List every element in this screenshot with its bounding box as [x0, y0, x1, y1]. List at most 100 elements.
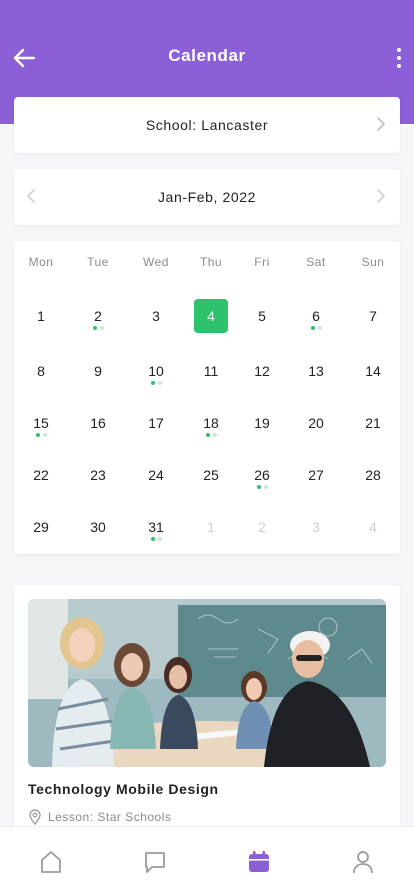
day-number: 30 — [90, 519, 106, 535]
calendar-day[interactable]: 23 — [80, 457, 116, 493]
next-month-button[interactable] — [374, 188, 388, 204]
home-icon[interactable] — [38, 849, 64, 875]
calendar-day[interactable]: 19 — [244, 405, 280, 441]
calendar-day[interactable]: 29 — [23, 509, 59, 545]
event-dot — [205, 433, 210, 437]
event-indicator — [23, 433, 59, 437]
day-number: 9 — [94, 363, 102, 379]
event-dot — [150, 381, 155, 385]
weekday-label: Sun — [361, 255, 385, 269]
event-indicator — [298, 326, 334, 330]
calendar-day[interactable]: 22 — [23, 457, 59, 493]
calendar-day[interactable]: 5 — [244, 298, 280, 334]
event-indicator — [193, 433, 229, 437]
calendar-day[interactable]: 8 — [23, 353, 59, 389]
lesson-photo — [28, 599, 386, 767]
lesson-card[interactable]: Technology Mobile Design Lesson: Star Sc… — [14, 585, 400, 845]
profile-icon[interactable] — [350, 849, 376, 875]
day-number: 8 — [37, 363, 45, 379]
day-number: 23 — [90, 467, 106, 483]
calendar-day[interactable]: 1 — [23, 298, 59, 334]
calendar-day[interactable]: 28 — [355, 457, 391, 493]
month-label: Jan-Feb, 2022 — [157, 189, 257, 205]
location-pin-icon — [29, 809, 41, 825]
day-number: 11 — [203, 363, 219, 379]
calendar-day[interactable]: 7 — [355, 298, 391, 334]
calendar-day[interactable]: 1 — [193, 509, 229, 545]
day-number: 5 — [258, 308, 266, 324]
day-number: 4 — [207, 308, 215, 324]
day-number: 7 — [369, 308, 377, 324]
month-navigator: Jan-Feb, 2022 — [14, 169, 400, 225]
calendar-day[interactable]: 24 — [138, 457, 174, 493]
day-number: 14 — [365, 363, 381, 379]
event-dot — [99, 326, 104, 330]
day-number: 2 — [258, 519, 266, 535]
event-dot — [157, 537, 162, 541]
calendar-day-selected[interactable]: 4 — [194, 299, 228, 333]
calendar-day[interactable]: 3 — [138, 298, 174, 334]
calendar-day[interactable]: 2 — [244, 509, 280, 545]
calendar-day[interactable]: 15 — [23, 405, 59, 441]
calendar-day[interactable]: 26 — [244, 457, 280, 493]
calendar-day[interactable]: 6 — [298, 298, 334, 334]
calendar-day[interactable]: 2 — [80, 298, 116, 334]
calendar-day[interactable]: 14 — [355, 353, 391, 389]
day-number: 16 — [90, 415, 106, 431]
calendar-day[interactable]: 20 — [298, 405, 334, 441]
day-number: 25 — [203, 467, 219, 483]
event-dot — [157, 381, 162, 385]
calendar-day[interactable]: 25 — [193, 457, 229, 493]
lesson-location: Lesson: Star Schools — [28, 809, 171, 825]
weekday-label: Sat — [306, 255, 326, 269]
day-number: 3 — [152, 308, 160, 324]
chevron-right-icon — [377, 117, 385, 131]
bottom-tab-bar — [0, 826, 414, 896]
calendar-day[interactable]: 21 — [355, 405, 391, 441]
calendar-day[interactable]: 12 — [244, 353, 280, 389]
event-dot — [92, 326, 97, 330]
weekday-label: Thu — [199, 255, 223, 269]
calendar-icon[interactable] — [246, 849, 272, 875]
day-number: 22 — [33, 467, 49, 483]
calendar-day[interactable]: 31 — [138, 509, 174, 545]
calendar-day[interactable]: 16 — [80, 405, 116, 441]
calendar-day[interactable]: 10 — [138, 353, 174, 389]
calendar-day[interactable]: 4 — [355, 509, 391, 545]
calendar-day[interactable]: 27 — [298, 457, 334, 493]
event-dot — [35, 433, 40, 437]
lesson-subtitle: Lesson: Star Schools — [48, 810, 172, 824]
calendar-day[interactable]: 17 — [138, 405, 174, 441]
page-title: Calendar — [168, 46, 246, 65]
more-options-button[interactable] — [392, 44, 406, 72]
school-label: School: Lancaster — [145, 117, 269, 133]
event-dot — [212, 433, 217, 437]
day-number: 20 — [308, 415, 324, 431]
calendar-day[interactable]: 3 — [298, 509, 334, 545]
event-dot — [310, 326, 315, 330]
calendar-day[interactable]: 18 — [193, 405, 229, 441]
event-indicator — [138, 381, 174, 385]
day-number: 1 — [37, 308, 45, 324]
event-dot — [263, 485, 268, 489]
school-selector[interactable]: School: Lancaster — [14, 97, 400, 153]
calendar-grid: Mon Tue Wed Thu Fri Sat Sun 1 2 3 4 5 6 7 8 9 10 11 12 13 14… — [14, 241, 400, 554]
event-indicator — [80, 326, 116, 330]
weekday-label: Mon — [28, 255, 54, 269]
day-number: 29 — [33, 519, 49, 535]
day-number: 21 — [365, 415, 381, 431]
calendar-day[interactable]: 9 — [80, 353, 116, 389]
day-number: 19 — [254, 415, 270, 431]
event-indicator — [138, 537, 174, 541]
event-indicator — [244, 485, 280, 489]
calendar-day[interactable]: 11 — [193, 353, 229, 389]
chat-icon[interactable] — [142, 849, 168, 875]
event-dot — [150, 537, 155, 541]
event-dot — [42, 433, 47, 437]
calendar-day[interactable]: 30 — [80, 509, 116, 545]
event-dot — [256, 485, 261, 489]
calendar-day[interactable]: 13 — [298, 353, 334, 389]
day-number: 12 — [254, 363, 270, 379]
day-number: 28 — [365, 467, 381, 483]
event-dot — [317, 326, 322, 330]
